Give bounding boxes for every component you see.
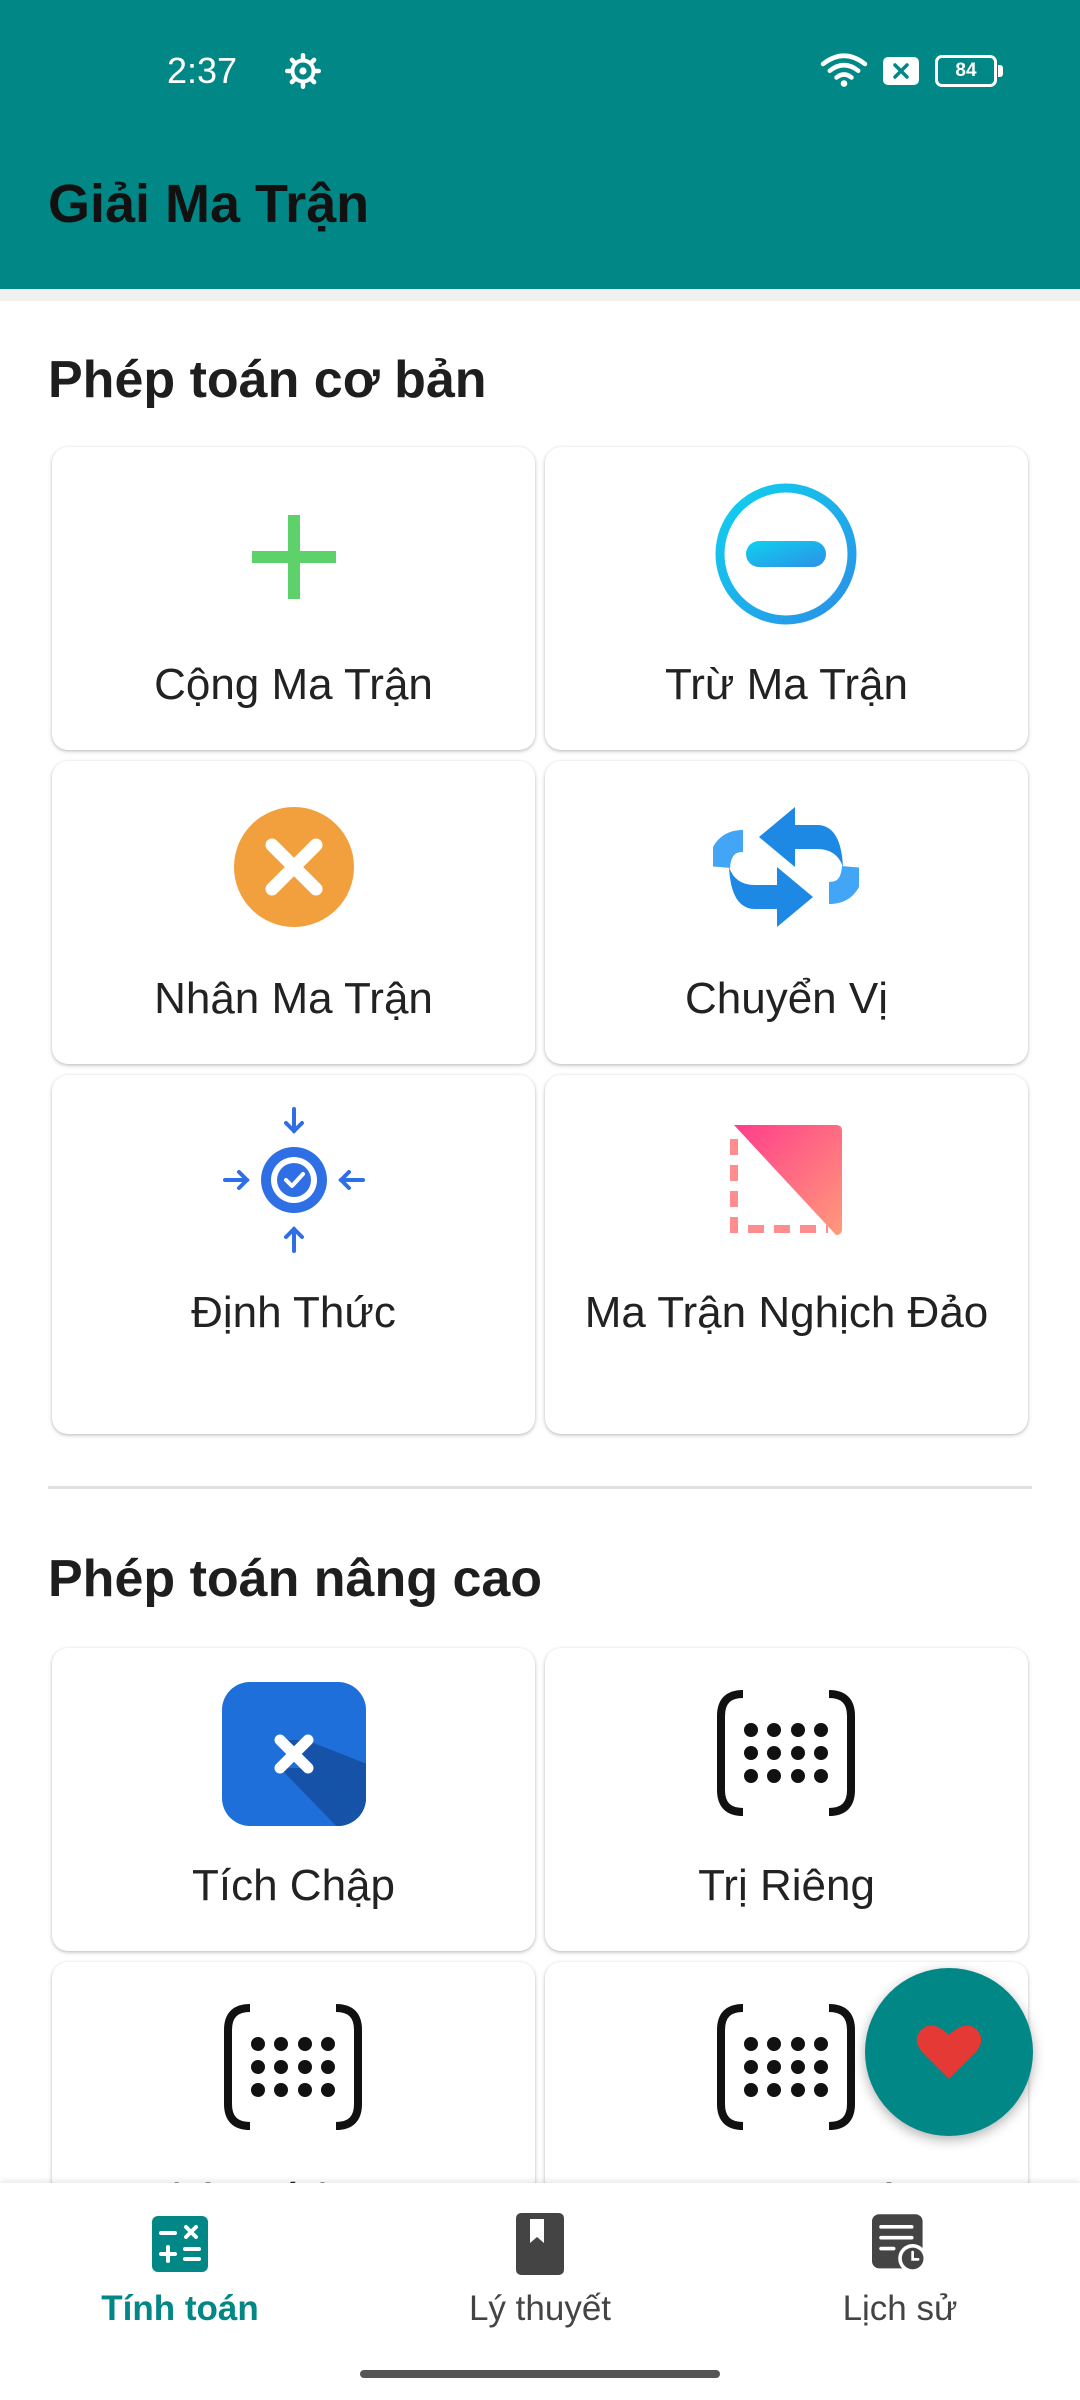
card-subtract-matrix[interactable]: Trừ Ma Trận <box>545 447 1028 750</box>
matrix-icon <box>224 2004 362 2130</box>
card-label: Trừ Ma Trận <box>665 660 908 709</box>
nav-label: Lý thuyết <box>468 2289 612 2328</box>
matrix-icon <box>717 2004 855 2130</box>
battery-level: 84 <box>935 55 997 87</box>
card-eigenvalues[interactable]: Trị Riêng <box>545 1648 1028 1951</box>
nav-label: Tính toán <box>101 2289 259 2328</box>
card-inverse-matrix[interactable]: Ma Trận Nghịch Đảo <box>545 1075 1028 1434</box>
battery-indicator: 84 <box>935 55 1003 87</box>
settings-gear-icon <box>285 53 321 89</box>
card-multiply-matrix[interactable]: Nhân Ma Trận <box>52 761 535 1064</box>
battery-tip <box>998 65 1003 77</box>
swap-arrows-icon <box>713 807 859 927</box>
home-indicator[interactable] <box>360 2370 720 2378</box>
app-bar: 2:37 84 Giải Ma Trận <box>0 0 1080 289</box>
status-time: 2:37 <box>167 50 238 91</box>
card-convolution[interactable]: Tích Chập <box>52 1648 535 1951</box>
heart-icon <box>916 2025 982 2079</box>
advanced-section-title: Phép toán nâng cao <box>48 1550 543 1608</box>
wifi-icon <box>820 53 868 87</box>
plus-icon <box>252 515 336 599</box>
book-icon <box>516 2213 564 2275</box>
page-title: Giải Ma Trận <box>48 174 370 234</box>
bottom-navigation: Tính toán Lý thuyết Lịch sử <box>0 2183 1080 2400</box>
history-icon <box>872 2214 928 2273</box>
card-transpose[interactable]: Chuyển Vị <box>545 761 1028 1064</box>
convolution-icon <box>222 1682 366 1826</box>
matrix-icon <box>717 1690 855 1816</box>
section-divider <box>48 1486 1032 1489</box>
appbar-divider <box>0 289 1080 301</box>
card-determinant[interactable]: Định Thức <box>52 1075 535 1434</box>
target-icon <box>223 1107 365 1253</box>
basic-section-title: Phép toán cơ bản <box>48 351 487 409</box>
card-label: Ma Trận Nghịch Đảo <box>584 1288 989 1337</box>
card-label: Tích Chập <box>192 1861 395 1910</box>
no-sim-icon <box>883 57 919 85</box>
card-label: Định Thức <box>191 1288 396 1337</box>
favorite-fab-button[interactable] <box>865 1968 1033 2136</box>
nav-label: Lịch sử <box>842 2289 958 2328</box>
multiply-circle-icon <box>234 807 354 927</box>
minus-circle-icon <box>715 483 857 625</box>
card-label: Chuyển Vị <box>684 974 888 1023</box>
card-label: Trị Riêng <box>698 1861 875 1910</box>
calculator-icon <box>152 2216 208 2272</box>
nav-item-history[interactable]: Lịch sử <box>720 2183 1080 2400</box>
inverse-square-icon <box>730 1125 842 1235</box>
card-label: Cộng Ma Trận <box>154 660 433 709</box>
card-label: Nhân Ma Trận <box>154 974 433 1023</box>
card-add-matrix[interactable]: Cộng Ma Trận <box>52 447 535 750</box>
nav-item-calculate[interactable]: Tính toán <box>0 2183 360 2400</box>
nav-item-theory[interactable]: Lý thuyết <box>360 2183 720 2400</box>
